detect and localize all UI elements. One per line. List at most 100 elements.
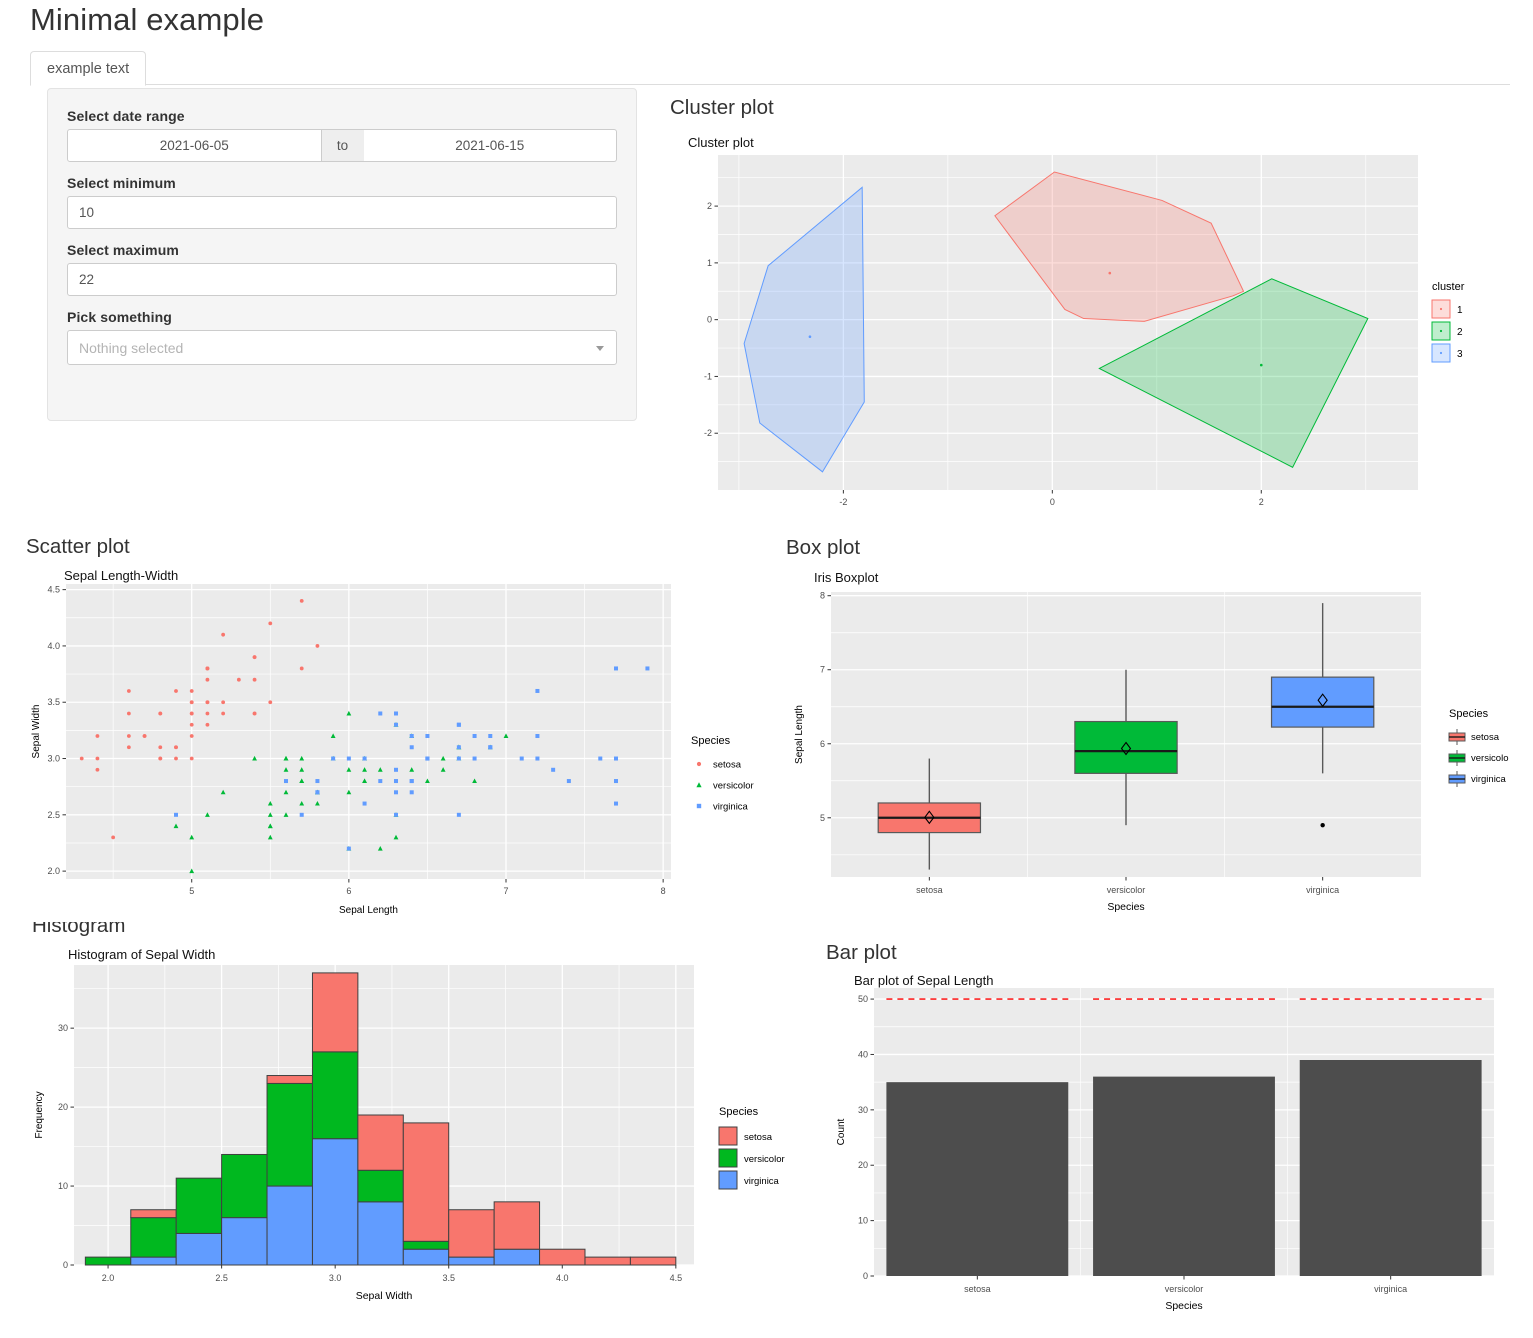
section-heading-scatter: Scatter plot: [26, 535, 130, 558]
plot-panel: [66, 584, 671, 879]
scatter-point: [158, 711, 163, 716]
y-tick-label: 0: [63, 1260, 68, 1270]
picker-value: Nothing selected: [79, 339, 184, 356]
cluster-center-2: [1259, 363, 1263, 367]
x-tick-label: 0: [1050, 497, 1055, 507]
scatter-point: [409, 779, 414, 784]
x-axis-title: Sepal Width: [356, 1290, 413, 1302]
scatter-point: [566, 779, 571, 784]
histogram-bar-versicolor: [311, 1051, 359, 1140]
y-tick-label: 2: [707, 201, 712, 211]
input-panel: Select date range to Select minimum Sele…: [47, 88, 637, 421]
scatter-point: [79, 756, 84, 761]
scatter-point: [394, 812, 398, 817]
y-tick-label: 0: [707, 315, 712, 325]
x-tick-label: 2.5: [215, 1273, 228, 1283]
scatter-point: [221, 711, 226, 716]
histogram-bar-versicolor: [84, 1256, 132, 1266]
box-body-virginica: [1270, 676, 1375, 728]
y-axis-title: Count: [836, 1118, 847, 1145]
x-tick-label: 8: [661, 886, 666, 896]
scatter-point: [409, 790, 414, 795]
histogram-bar-virginica: [175, 1232, 223, 1266]
scatter-point: [126, 689, 131, 693]
y-tick-label: -2: [704, 428, 712, 438]
x-tick-label: 3.5: [442, 1273, 455, 1283]
histogram-bar-virginica: [357, 1201, 404, 1266]
legend-label-2: 2: [1457, 327, 1463, 338]
x-tick-label-setosa: setosa: [916, 885, 943, 895]
y-tick-label: 40: [858, 1049, 868, 1059]
scatter-point: [472, 734, 477, 739]
histogram-bar-setosa: [130, 1209, 177, 1219]
date-range-control: to: [67, 129, 617, 162]
y-tick-label: 7: [820, 665, 825, 675]
date-start-input[interactable]: [67, 129, 322, 162]
legend-key-virginica: [718, 1170, 738, 1190]
x-tick-label-setosa: setosa: [964, 1284, 991, 1294]
minimum-group: Select minimum: [67, 175, 617, 229]
scatter-point: [362, 756, 367, 761]
scatter-point: [221, 632, 226, 637]
scatter-point: [472, 756, 477, 761]
histogram-bar-setosa: [448, 1209, 495, 1258]
maximum-input[interactable]: [67, 263, 617, 296]
minimum-input[interactable]: [67, 196, 617, 229]
scatter-point: [252, 677, 257, 682]
cluster-plot-title: Cluster plot: [688, 135, 754, 150]
legend-label-virginica: virginica: [713, 802, 749, 813]
scatter-point: [299, 666, 304, 671]
x-tick-label: 5: [189, 886, 194, 896]
histogram-bar-virginica: [266, 1185, 313, 1266]
minimum-label: Select minimum: [67, 175, 176, 191]
scatter-point: [158, 756, 163, 761]
scatter-point: [299, 598, 304, 603]
x-tick-label: 2.0: [102, 1273, 115, 1283]
date-end-input[interactable]: [363, 129, 617, 162]
x-tick-label: 4.0: [556, 1273, 569, 1283]
x-tick-label-virginica: virginica: [1374, 1284, 1407, 1294]
y-tick-label: 10: [58, 1181, 68, 1191]
section-heading-cluster: Cluster plot: [670, 96, 774, 119]
scatter-point: [614, 779, 618, 784]
scatter-point: [362, 801, 367, 806]
histogram-bar-versicolor: [266, 1082, 313, 1187]
histogram-bar-versicolor: [402, 1240, 450, 1250]
scatter-point: [189, 756, 194, 761]
scatter-point: [95, 756, 100, 761]
scatter-point: [645, 666, 650, 671]
tab-example-text[interactable]: example text: [30, 51, 147, 86]
y-tick-label: 4.5: [47, 585, 60, 595]
histogram-bar-virginica: [221, 1217, 268, 1266]
cluster-plot-canvas: -2 0 2 -2 -1 0 1 2 cluster 1 2 3: [704, 155, 1465, 507]
maximum-group: Select maximum: [67, 242, 617, 296]
scatter-point: [174, 812, 178, 817]
y-tick-label: 3.5: [47, 697, 60, 707]
bar-setosa: [886, 1082, 1069, 1276]
x-tick-label-versicolor: versicolor: [1107, 885, 1146, 895]
tab-strip-divider: [30, 84, 1510, 85]
scatter-point: [456, 812, 461, 817]
histogram-bar-setosa: [629, 1256, 677, 1266]
legend-key-setosa: [696, 761, 702, 767]
histogram-bar-virginica: [493, 1248, 541, 1266]
y-tick-label: 2.0: [47, 866, 60, 876]
box-outlier: [1320, 822, 1325, 828]
scatter-point: [205, 700, 210, 705]
scatter-point: [205, 677, 210, 682]
scatter-point: [205, 666, 210, 671]
scatter-point: [158, 745, 163, 750]
picker-dropdown[interactable]: Nothing selected: [67, 330, 617, 365]
y-tick-label: -1: [704, 371, 712, 381]
scatter-point: [205, 711, 210, 716]
scatter-point: [268, 700, 273, 705]
scatter-point: [551, 767, 556, 772]
date-range-group: Select date range to: [67, 108, 617, 162]
y-tick-label: 1: [707, 258, 712, 268]
y-tick-label: 30: [58, 1023, 68, 1033]
section-heading-box: Box plot: [786, 536, 861, 559]
histogram-bar-versicolor: [357, 1169, 404, 1203]
legend-title: Species: [1449, 708, 1489, 720]
x-tick-label-versicolor: versicolor: [1165, 1284, 1204, 1294]
y-tick-label: 20: [58, 1102, 68, 1112]
